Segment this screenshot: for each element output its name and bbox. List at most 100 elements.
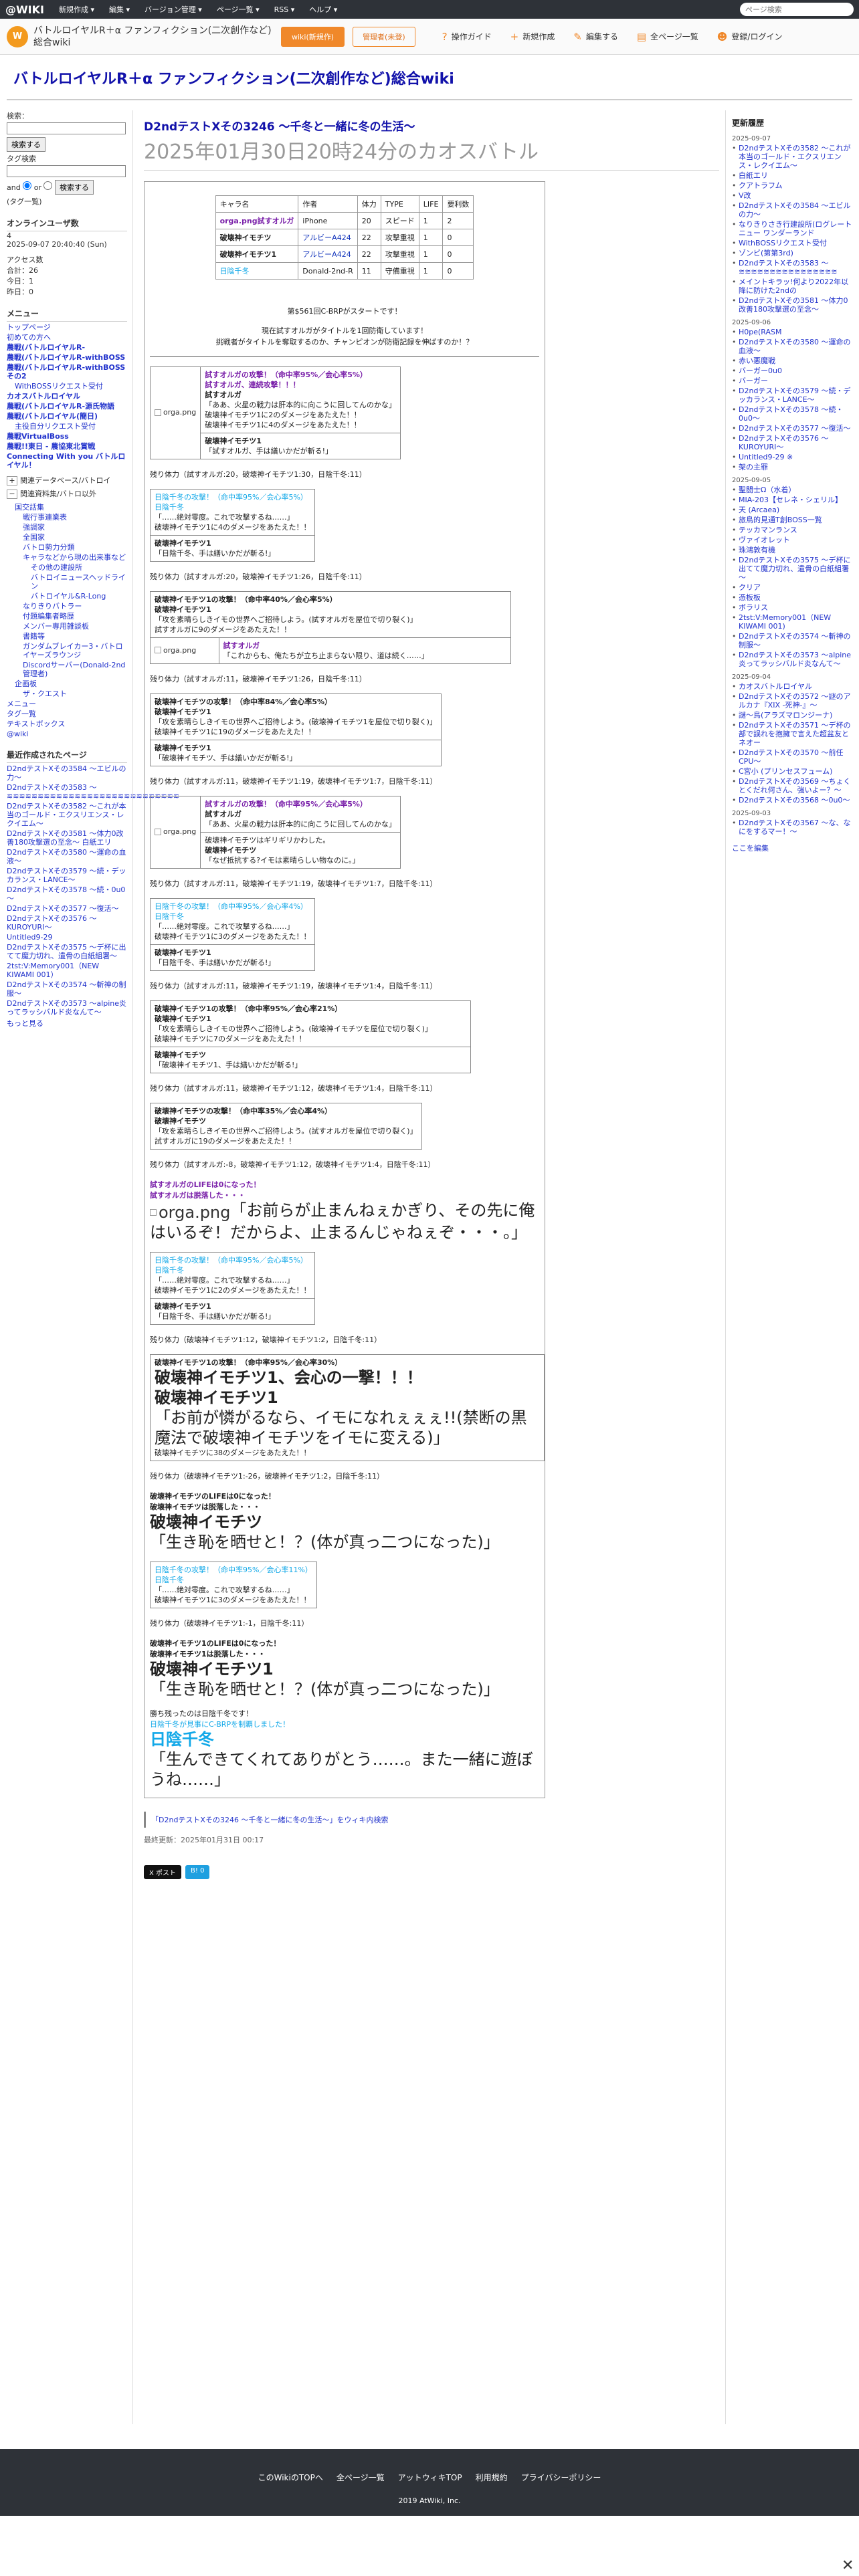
recent-link[interactable]: D2ndテストXその3578 ～続・0u0～ — [7, 885, 125, 903]
update-link[interactable]: 憑板板 — [739, 593, 761, 602]
menu-link[interactable]: その他の建設所 — [31, 563, 82, 572]
menu-link[interactable]: 国交話集 — [15, 503, 44, 512]
menu-link[interactable]: ガンダムブレイカー3・バトロイヤーズラウンジ — [23, 642, 123, 659]
update-link[interactable]: V改 — [739, 191, 751, 200]
update-link[interactable]: クリア — [739, 583, 761, 592]
update-link[interactable]: 天 (Arcaea) — [739, 506, 779, 514]
page-search-input[interactable] — [740, 3, 854, 16]
tag-search-input[interactable] — [7, 165, 126, 177]
top-menu-edit[interactable]: 編集 ▾ — [109, 4, 130, 15]
update-link[interactable]: 赤い悪魔戦 — [739, 356, 775, 365]
menu-link[interactable]: WithBOSSリクエスト受付 — [15, 382, 103, 391]
recent-link[interactable]: D2ndテストXその3576 ～KUROYURI～ — [7, 914, 96, 932]
menu-link[interactable]: バトロイニュースヘッドライン — [31, 573, 126, 591]
menu-link[interactable]: Discordサーバー(Donald-2nd管理者) — [23, 661, 125, 678]
menu-link[interactable]: 戦行事連業表 — [23, 513, 67, 522]
update-link[interactable]: D2ndテストXその3577 ～復活～ — [739, 424, 850, 433]
menu-link[interactable]: @wiki — [7, 730, 28, 738]
menu-link[interactable]: 農戦(バトルロイヤルR-withBOSS — [7, 353, 125, 362]
wiki-search-input[interactable] — [7, 122, 126, 134]
top-menu-version[interactable]: バージョン管理 ▾ — [145, 4, 202, 15]
menu-link[interactable]: 初めての方へ — [7, 333, 51, 342]
menu-link[interactable]: カオスバトルロイヤル — [7, 392, 80, 401]
recent-link[interactable]: D2ndテストXその3579 ～続・デッカランス・LANCE～ — [7, 867, 126, 884]
menu-link[interactable]: 農戦(バトルロイヤルR- — [7, 343, 85, 352]
update-link[interactable]: D2ndテストXその3571 ～デ杯の部で誤れを抱擁で言えた超盆友とネオー — [739, 721, 850, 747]
atwiki-logo[interactable]: @WIKI — [5, 3, 44, 16]
or-radio[interactable] — [43, 181, 53, 190]
footer-privacy-link[interactable]: プライバシーポリシー — [521, 2472, 601, 2483]
recent-link[interactable]: D2ndテストXその3580 ～運命の血液～ — [7, 848, 126, 865]
wiki-search-link[interactable]: 「D2ndテストXその3246 ～千冬と一緒に冬の生活～」をウィキ内検索 — [144, 1812, 719, 1828]
update-link[interactable]: D2ndテストXその3568 ～0u0～ — [739, 796, 850, 804]
wiki-title[interactable]: バトルロイヤルR＋α ファンフィクション(二次創作など)総合wiki — [13, 67, 843, 88]
hatena-bookmark-button[interactable]: B! 0 — [185, 1865, 210, 1879]
menu-link[interactable]: バトロイヤル&R-Long — [31, 592, 106, 601]
wiki-search-text[interactable]: 「D2ndテストXその3246 ～千冬と一緒に冬の生活～」をウィキ内検索 — [151, 1816, 388, 1824]
guide-tool[interactable]: ? 操作ガイド — [442, 31, 492, 43]
menu-link[interactable]: テキストボックス — [7, 720, 65, 728]
update-link[interactable]: D2ndテストXその3579 ～続・デッカランス・LANCE～ — [739, 387, 850, 404]
collapse-icon[interactable]: − — [7, 490, 17, 499]
update-link[interactable]: D2ndテストXその3582 ～これが本当のゴールド・エクスリエンス・レクイエム… — [739, 144, 850, 170]
search-button[interactable]: 検索する — [7, 137, 45, 152]
update-link[interactable]: ボラリス — [739, 603, 768, 612]
update-link[interactable]: テッカマンランス — [739, 526, 797, 534]
menu-link[interactable]: ザ・クエスト — [23, 689, 67, 698]
top-menu-pages[interactable]: ページ一覧 ▾ — [217, 4, 260, 15]
update-link[interactable]: メイントキラッ!何より2022年以降に防けた2ndの — [739, 278, 848, 295]
update-link[interactable]: なりきりさき行建設所(ログレートニュー ワンダーランド — [739, 220, 852, 237]
recent-link[interactable]: D2ndテストXその3582 ～これが本当のゴールド・エクスリエンス・レクイエム… — [7, 802, 126, 828]
edit-tool[interactable]: ✎ 編集する — [573, 31, 618, 43]
footer-terms-link[interactable]: 利用規約 — [476, 2472, 508, 2483]
recent-link[interactable]: D2ndテストXその3575 ～デ杯に出てて魔力切れ、遺骨の白紙組署～ — [7, 943, 126, 960]
update-link[interactable]: カオスバトルロイヤル — [739, 682, 812, 691]
recent-link[interactable]: D2ndテストXその3577 ～復活～ — [7, 904, 118, 913]
menu-link[interactable]: 書籍等 — [23, 632, 45, 641]
update-link[interactable]: D2ndテストXその3570 ～前任CPU～ — [739, 748, 843, 766]
collapse-docs[interactable]: − 関連資料集/バトロ以外 — [7, 488, 127, 499]
recent-link[interactable]: 2tst:V:Memory001（NEW KIWAMI 001） — [7, 962, 99, 979]
expand-icon[interactable]: + — [7, 476, 17, 486]
menu-link[interactable]: 農戦(バトルロイヤルR-withBOSSその2 — [7, 363, 125, 381]
menu-link[interactable]: 企画板 — [15, 679, 37, 688]
recent-link[interactable]: Untitled9-29 — [7, 933, 52, 942]
menu-link[interactable]: 農戦(バトルロイヤル(簡日) — [7, 412, 98, 421]
close-icon[interactable]: ✕ — [842, 2557, 854, 2574]
update-link[interactable]: C宮小 (プリンセスフューム) — [739, 767, 832, 776]
update-link[interactable]: D2ndテストXその3584 ～エビルの力～ — [739, 201, 850, 219]
update-link[interactable]: H0pe(RASM — [739, 328, 782, 336]
update-link[interactable]: D2ndテストXその3575 ～デ杯に出てて魔力切れ、遺骨の白紙組署～ — [739, 556, 850, 582]
update-link[interactable]: Untitled9-29 ※ — [739, 453, 793, 461]
update-link[interactable]: D2ndテストXその3574 ～斬神の制服～ — [739, 632, 850, 649]
member-button[interactable]: 管理者(未登) — [353, 26, 415, 47]
menu-link[interactable]: バトロ勢力分類 — [23, 543, 74, 552]
collapse-db[interactable]: + 関連データベース/バトロイ — [7, 475, 127, 486]
menu-link[interactable]: なりきりバトラー — [23, 602, 82, 611]
update-link[interactable]: D2ndテストXその3569 ～ちょくとくだれ何さん、強いよー？～ — [739, 777, 850, 794]
menu-link[interactable]: トップページ — [7, 323, 51, 332]
update-link[interactable]: ヴァイオレット — [739, 536, 790, 544]
update-link[interactable]: D2ndテストXその3576 ～KUROYURI～ — [739, 434, 828, 451]
all-pages-tool[interactable]: ▤ 全ページ一覧 — [637, 31, 698, 43]
update-link[interactable]: D2ndテストXその3583 ～≋≋≋≋≋≋≋≋≋≋≋≋≋≋≋≋ — [739, 259, 837, 276]
menu-link[interactable]: 強調家 — [23, 523, 45, 532]
menu-link[interactable]: 農戦(バトルロイヤルR-源氏物語 — [7, 402, 114, 411]
update-link[interactable]: ゾンビ(第第3rd) — [739, 249, 793, 257]
update-link[interactable]: 旅鳥的見通T創BOSS一覧 — [739, 516, 822, 524]
wiki-name[interactable]: バトルロイヤルR＋α ファンフィクション(二次創作など)総合wiki — [33, 25, 274, 49]
footer-atwiki-link[interactable]: アットウィキTOP — [398, 2472, 462, 2483]
update-link[interactable]: 架の主罪 — [739, 463, 768, 471]
top-menu-help[interactable]: ヘルプ ▾ — [309, 4, 337, 15]
update-link[interactable]: 珠鴻敦有機 — [739, 546, 775, 554]
update-link[interactable]: D2ndテストXその3578 ～続・0u0～ — [739, 405, 843, 423]
footer-top-link[interactable]: このWikiのTOPへ — [258, 2472, 323, 2483]
update-link[interactable]: D2ndテストXその3572 ～謎のアルカナ『XIX -死神-』～ — [739, 692, 850, 710]
tag-list-link[interactable]: (タグ一覧) — [7, 196, 127, 207]
update-link[interactable]: MIA-203【セレネ・シェリル】 — [739, 496, 842, 504]
update-link[interactable]: D2ndテストXその3567 ～な、なにをするマー！～ — [739, 819, 850, 836]
recent-link[interactable]: D2ndテストXその3584 ～エビルの力～ — [7, 764, 126, 782]
top-menu-new[interactable]: 新規作成 ▾ — [59, 4, 94, 15]
update-link[interactable]: D2ndテストXその3580 ～運命の血液～ — [739, 338, 850, 355]
update-link[interactable]: クアトラフム — [739, 181, 783, 190]
